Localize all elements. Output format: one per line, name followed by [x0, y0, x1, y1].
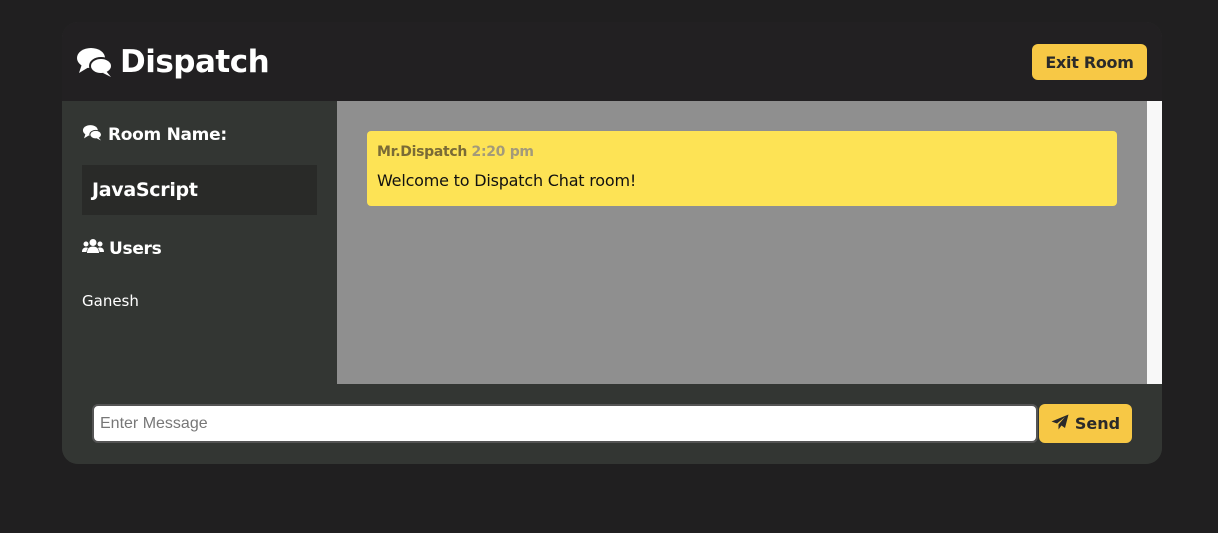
room-name-label: Room Name:	[108, 125, 227, 145]
user-list: Ganesh	[82, 291, 139, 311]
users-heading: Users	[82, 238, 162, 259]
message-author: Mr.Dispatch	[377, 144, 468, 160]
comments-icon	[82, 124, 103, 146]
comments-icon	[76, 46, 114, 78]
room-name-value: JavaScript	[82, 165, 317, 215]
chat-app: Dispatch Exit Room Room Name: JavaScript	[62, 22, 1162, 464]
users-icon	[82, 238, 104, 259]
message-input[interactable]	[92, 404, 1038, 443]
chat-messages[interactable]: Mr.Dispatch 2:20 pm Welcome to Dispatch …	[337, 101, 1147, 384]
exit-room-button[interactable]: Exit Room	[1032, 44, 1147, 80]
chat-message: Mr.Dispatch 2:20 pm Welcome to Dispatch …	[367, 131, 1117, 206]
room-name-heading: Room Name:	[82, 124, 227, 146]
message-composer: Send	[62, 384, 1162, 464]
sidebar: Room Name: JavaScript Users Ganesh	[62, 101, 337, 384]
send-label: Send	[1074, 414, 1121, 433]
app-title: Dispatch	[120, 44, 270, 80]
chat-scrollbar[interactable]	[1147, 101, 1162, 384]
message-text: Welcome to Dispatch Chat room!	[377, 171, 637, 190]
paper-plane-icon	[1051, 414, 1069, 434]
message-time: 2:20 pm	[471, 144, 535, 160]
brand: Dispatch	[76, 42, 270, 82]
user-item: Ganesh	[82, 292, 139, 310]
header: Dispatch Exit Room	[62, 22, 1162, 101]
send-button[interactable]: Send	[1039, 404, 1132, 443]
message-meta: Mr.Dispatch 2:20 pm	[377, 143, 1107, 161]
users-label: Users	[109, 238, 162, 259]
